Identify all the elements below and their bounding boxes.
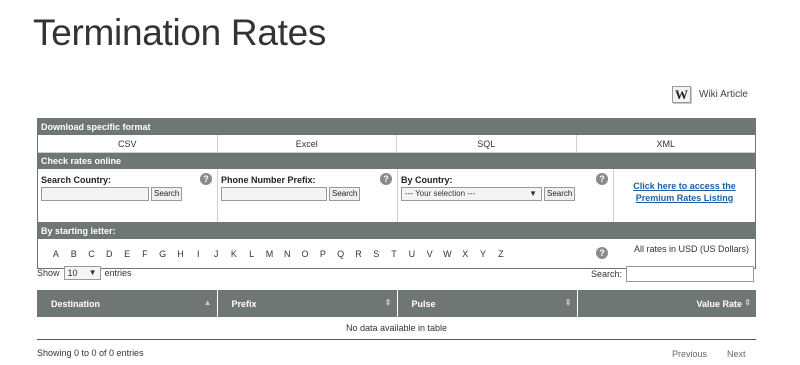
search-country-cell: Search Country: ? Search <box>38 169 218 222</box>
table-search: Search: <box>591 266 755 282</box>
letter-link-f[interactable]: F <box>136 249 154 259</box>
letter-link-e[interactable]: E <box>118 249 136 259</box>
search-country-input[interactable] <box>41 187 149 201</box>
letter-link-v[interactable]: V <box>421 249 439 259</box>
download-sql-link[interactable]: SQL <box>397 135 577 152</box>
next-page-button[interactable]: Next <box>727 349 746 359</box>
column-header-value-rate[interactable]: Value Rate ⇕ <box>577 290 756 317</box>
dropdown-arrow-icon: ▼ <box>88 268 97 277</box>
country-select-value: --- Your selection --- <box>405 189 476 198</box>
letter-link-h[interactable]: H <box>172 249 190 259</box>
rates-panel: Download specific format CSV Excel SQL X… <box>37 118 756 269</box>
download-header: Download specific format <box>38 119 755 135</box>
letter-link-n[interactable]: N <box>278 249 296 259</box>
letter-link-w[interactable]: W <box>439 249 457 259</box>
letter-link-x[interactable]: X <box>456 249 474 259</box>
column-header-prefix[interactable]: Prefix ⇕ <box>217 290 398 317</box>
download-formats: CSV Excel SQL XML <box>38 135 755 153</box>
wiki-article-link[interactable]: W Wiki Article <box>672 86 748 103</box>
premium-cell: Click here to access the Premium Rates L… <box>614 169 755 222</box>
letter-link-q[interactable]: Q <box>332 249 350 259</box>
download-csv-link[interactable]: CSV <box>38 135 218 152</box>
download-xml-link[interactable]: XML <box>577 135 756 152</box>
prefix-cell: Phone Number Prefix: ? Search <box>218 169 398 222</box>
letter-link-m[interactable]: M <box>261 249 279 259</box>
letter-link-c[interactable]: C <box>83 249 101 259</box>
sort-icon: ⇕ <box>564 298 572 307</box>
table-row: No data available in table <box>37 317 756 340</box>
premium-rates-link[interactable]: Click here to access the Premium Rates L… <box>617 175 752 204</box>
letter-link-p[interactable]: P <box>314 249 332 259</box>
search-country-label: Search Country: <box>41 175 112 185</box>
page-title: Termination Rates <box>33 12 327 53</box>
show-label: Show <box>37 268 60 278</box>
table-search-input[interactable] <box>626 266 755 282</box>
letter-link-r[interactable]: R <box>350 249 368 259</box>
prefix-search-button[interactable]: Search <box>329 187 361 201</box>
download-excel-link[interactable]: Excel <box>218 135 397 152</box>
letter-link-k[interactable]: K <box>225 249 243 259</box>
prefix-input[interactable] <box>221 187 327 201</box>
letter-link-l[interactable]: L <box>243 249 261 259</box>
by-country-cell: By Country: ? --- Your selection --- ▼ S… <box>398 169 614 222</box>
country-select[interactable]: --- Your selection --- ▼ <box>401 187 542 201</box>
help-icon[interactable]: ? <box>596 173 608 185</box>
letter-link-i[interactable]: I <box>189 249 207 259</box>
column-header-label: Pulse <box>411 298 436 309</box>
column-header-destination[interactable]: Destination ▲ <box>37 290 218 317</box>
rates-table: Destination ▲ Prefix ⇕ Pulse ⇕ Value Rat… <box>37 290 756 340</box>
letter-link-u[interactable]: U <box>403 249 421 259</box>
letters-header: By starting letter: <box>38 223 755 239</box>
column-header-pulse[interactable]: Pulse ⇕ <box>397 290 578 317</box>
letter-link-g[interactable]: G <box>154 249 172 259</box>
table-info: Showing 0 to 0 of 0 entries <box>37 348 144 358</box>
pagination: Previous Next <box>672 349 746 359</box>
help-icon[interactable]: ? <box>596 247 608 259</box>
sort-asc-icon: ▲ <box>203 298 212 307</box>
letter-link-t[interactable]: T <box>385 249 403 259</box>
help-icon[interactable]: ? <box>200 173 212 185</box>
by-country-label: By Country: <box>401 175 453 185</box>
letters-row: ABCDEFGHIJKLMNOPQRSTUVWXYZ ? All rates i… <box>38 239 755 268</box>
column-header-label: Value Rate <box>696 298 742 309</box>
letter-link-s[interactable]: S <box>367 249 385 259</box>
letter-link-y[interactable]: Y <box>474 249 492 259</box>
letter-link-b[interactable]: B <box>65 249 83 259</box>
letter-link-d[interactable]: D <box>100 249 118 259</box>
column-header-label: Destination <box>51 298 101 309</box>
wiki-article-label: Wiki Article <box>699 89 748 100</box>
help-icon[interactable]: ? <box>380 173 392 185</box>
search-row: Search Country: ? Search Phone Number Pr… <box>38 169 755 223</box>
letter-link-z[interactable]: Z <box>492 249 510 259</box>
letter-link-o[interactable]: O <box>296 249 314 259</box>
prefix-label: Phone Number Prefix: <box>221 175 316 185</box>
letter-list: ABCDEFGHIJKLMNOPQRSTUVWXYZ <box>38 249 510 259</box>
column-header-label: Prefix <box>231 298 257 309</box>
currency-note: All rates in USD (US Dollars) <box>634 244 750 254</box>
by-country-search-button[interactable]: Search <box>544 187 576 201</box>
search-country-button[interactable]: Search <box>151 187 183 201</box>
sort-icon: ⇕ <box>744 298 751 307</box>
letter-link-j[interactable]: J <box>207 249 225 259</box>
show-entries: Show 10 ▼ entries <box>37 266 132 280</box>
entries-select-value: 10 <box>67 268 78 278</box>
entries-label: entries <box>104 268 132 278</box>
wikipedia-icon: W <box>672 86 691 103</box>
table-search-label: Search: <box>591 269 623 279</box>
empty-table-message: No data available in table <box>37 317 756 340</box>
entries-select[interactable]: 10 ▼ <box>63 266 101 280</box>
dropdown-arrow-icon: ▼ <box>529 189 537 198</box>
letter-link-a[interactable]: A <box>47 249 65 259</box>
sort-icon: ⇕ <box>384 298 392 307</box>
previous-page-button[interactable]: Previous <box>672 349 707 359</box>
check-rates-header: Check rates online <box>38 153 755 169</box>
